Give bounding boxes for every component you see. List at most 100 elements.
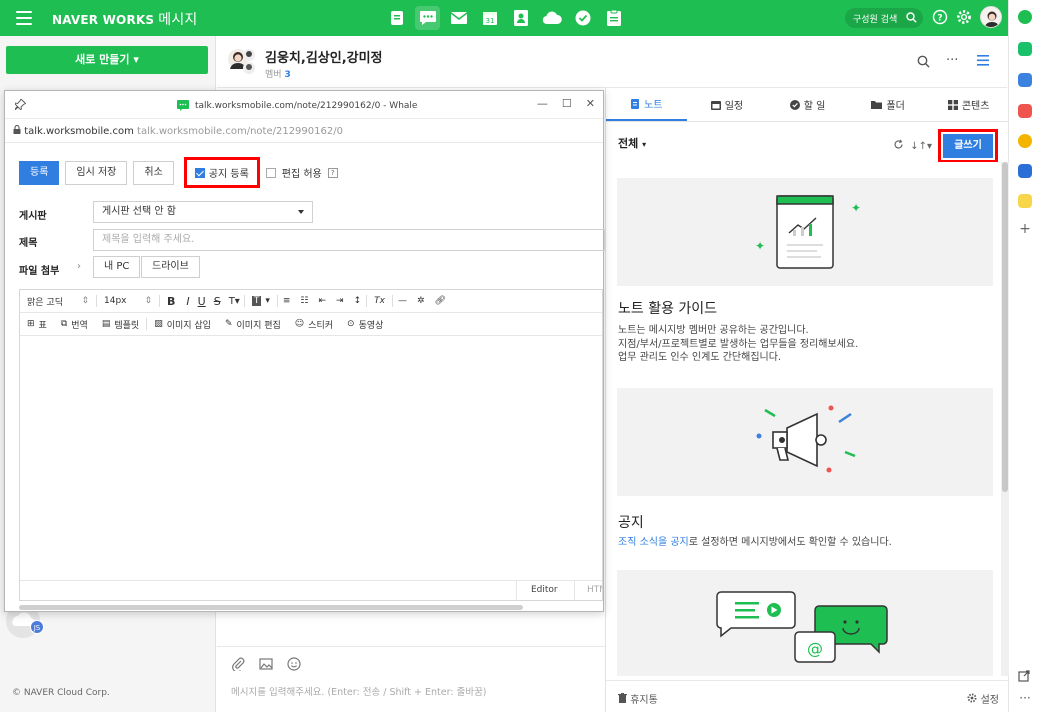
write-highlight: 글쓰기: [938, 129, 998, 163]
close-icon[interactable]: ✕: [586, 97, 595, 110]
text-background-icon[interactable]: T ▾: [245, 296, 277, 306]
mail-app-icon[interactable]: [446, 6, 471, 30]
board-app-icon[interactable]: [384, 6, 409, 30]
drive-app-icon[interactable]: [539, 6, 564, 30]
video-button[interactable]: ⊙ 동영상: [340, 318, 390, 331]
help-icon[interactable]: ?: [932, 9, 948, 28]
address-bar[interactable]: talk.worksmobile.com talk.worksmobile.co…: [5, 119, 603, 143]
attach-drive-button[interactable]: 드라이브: [141, 256, 200, 278]
editor-action-bar: 등록 임시 저장 취소 공지 등록 편집 허용 ?: [19, 157, 338, 188]
cancel-button[interactable]: 취소: [133, 160, 174, 185]
text-color-icon[interactable]: T▾: [225, 296, 244, 307]
editor-mode-editor[interactable]: Editor: [516, 581, 572, 600]
pocket-icon[interactable]: [1018, 104, 1032, 118]
tab-schedule[interactable]: 일정: [687, 88, 768, 121]
register-button[interactable]: 등록: [19, 160, 60, 185]
more-icon[interactable]: ···: [1018, 692, 1032, 708]
subject-input[interactable]: 제목을 입력해 주세요.: [93, 229, 605, 251]
user-avatar[interactable]: [980, 6, 1002, 28]
calendar-app-icon[interactable]: 31: [477, 6, 502, 30]
member-search-button[interactable]: 구성원 검색: [845, 8, 923, 28]
image-icon[interactable]: [259, 657, 273, 674]
sticker-button[interactable]: ☺ 스티커: [288, 318, 340, 331]
alarm-icon[interactable]: [1018, 42, 1032, 56]
image-insert-button[interactable]: ▨ 이미지 삽입: [147, 318, 218, 331]
emoji-icon[interactable]: [287, 657, 301, 674]
tab-note[interactable]: 노트: [606, 88, 687, 121]
align-left-icon[interactable]: ≡: [278, 296, 296, 306]
member-count[interactable]: 멤버 3: [265, 67, 291, 80]
italic-icon[interactable]: I: [182, 295, 193, 308]
chat-composer: 메시지를 입력해주세요. (Enter: 전송 / Shift + Enter:…: [217, 646, 605, 712]
board-select[interactable]: 게시판 선택 안 함: [93, 201, 313, 223]
top-bar: NAVER WORKS 메시지 31 구성원 검색 ?: [0, 0, 1040, 36]
calendar-shortcut-icon[interactable]: [1018, 73, 1032, 87]
horizontal-scrollbar[interactable]: [19, 605, 523, 610]
works-icon[interactable]: [1018, 10, 1032, 24]
translate-button[interactable]: ⧉ 번역: [54, 318, 95, 331]
sort-icon[interactable]: ↓↑▾: [910, 141, 932, 152]
menu-icon[interactable]: [16, 11, 32, 25]
maximize-icon[interactable]: ☐: [562, 97, 572, 110]
allow-edit-checkbox[interactable]: [265, 167, 276, 178]
attach-pc-button[interactable]: 내 PC: [93, 256, 141, 278]
font-family-select[interactable]: 맑은 고딕 ⇕: [20, 295, 96, 308]
notes-icon[interactable]: [1018, 194, 1032, 208]
list-menu-icon[interactable]: [977, 55, 989, 69]
star-icon[interactable]: [1018, 134, 1032, 148]
write-button[interactable]: 글쓰기: [943, 134, 993, 158]
add-icon[interactable]: +: [1018, 222, 1032, 236]
form-app-icon[interactable]: [601, 6, 626, 30]
note-scrollbar[interactable]: [1002, 162, 1008, 492]
message-input[interactable]: 메시지를 입력해주세요. (Enter: 전송 / Shift + Enter:…: [231, 684, 487, 698]
more-options-icon[interactable]: ···: [946, 53, 958, 68]
guide-desc-line: 노트는 메시지방 멤버만 공유하는 공간입니다.: [618, 325, 809, 336]
minimize-icon[interactable]: —: [537, 97, 548, 110]
gear-icon[interactable]: [956, 9, 972, 28]
bold-icon[interactable]: B: [160, 295, 182, 308]
trash-button[interactable]: 휴지통: [618, 691, 658, 706]
tab-contents[interactable]: 콘텐츠: [928, 88, 1009, 121]
refresh-icon[interactable]: [893, 139, 904, 153]
pin-icon[interactable]: [14, 98, 27, 113]
indent-increase-icon[interactable]: ⇥: [331, 296, 349, 306]
font-size-select[interactable]: 14px ⇕: [97, 296, 159, 306]
bullet-list-icon[interactable]: ☷: [295, 296, 313, 306]
table-button[interactable]: ⊞ 표: [20, 318, 54, 331]
special-char-icon[interactable]: ✲: [412, 296, 430, 306]
chevron-right-icon[interactable]: ›: [77, 261, 81, 272]
contacts-app-icon[interactable]: [508, 6, 533, 30]
note-filter-dropdown[interactable]: 전체 ▾: [618, 135, 646, 151]
attach-icon[interactable]: [231, 657, 245, 674]
settings-button[interactable]: 설정: [967, 691, 999, 706]
horizontal-rule-icon[interactable]: —: [393, 296, 412, 306]
notice-checkbox[interactable]: [194, 167, 205, 178]
window-titlebar[interactable]: talk.worksmobile.com/note/212990162/0 - …: [5, 91, 603, 119]
underline-icon[interactable]: U: [194, 295, 210, 308]
editor-content-area[interactable]: [20, 336, 602, 580]
tab-folder[interactable]: 폴더: [848, 88, 929, 121]
clear-format-icon[interactable]: Tx: [367, 296, 392, 306]
notice-checkbox-label[interactable]: 공지 등록: [209, 165, 249, 180]
task-app-icon[interactable]: [570, 6, 595, 30]
tab-todo[interactable]: 할 일: [767, 88, 848, 121]
outlook-icon[interactable]: [1018, 164, 1032, 178]
help-icon[interactable]: ?: [327, 167, 338, 178]
strikethrough-icon[interactable]: S: [210, 295, 225, 308]
search-icon[interactable]: [917, 55, 930, 71]
link-icon[interactable]: 🔗︎: [430, 296, 451, 306]
temp-save-button[interactable]: 임시 저장: [65, 160, 128, 185]
allow-edit-label[interactable]: 편집 허용: [282, 165, 322, 180]
notice-link[interactable]: 조직 소식을 공지: [618, 537, 689, 548]
address-host: talk.worksmobile.com: [24, 126, 134, 137]
new-create-button[interactable]: 새로 만들기 ▾: [6, 46, 208, 74]
image-edit-button[interactable]: ✎ 이미지 편집: [218, 318, 288, 331]
editor-mode-html[interactable]: HTML: [574, 581, 602, 600]
brand-logo[interactable]: NAVER WORKS 메시지: [52, 9, 198, 29]
external-link-icon[interactable]: [1018, 670, 1032, 684]
template-button[interactable]: ▤ 템플릿: [95, 318, 146, 331]
group-avatar[interactable]: [227, 46, 257, 76]
indent-decrease-icon[interactable]: ⇤: [313, 296, 331, 306]
message-app-icon[interactable]: [415, 6, 440, 30]
line-height-icon[interactable]: ↕: [349, 296, 367, 306]
